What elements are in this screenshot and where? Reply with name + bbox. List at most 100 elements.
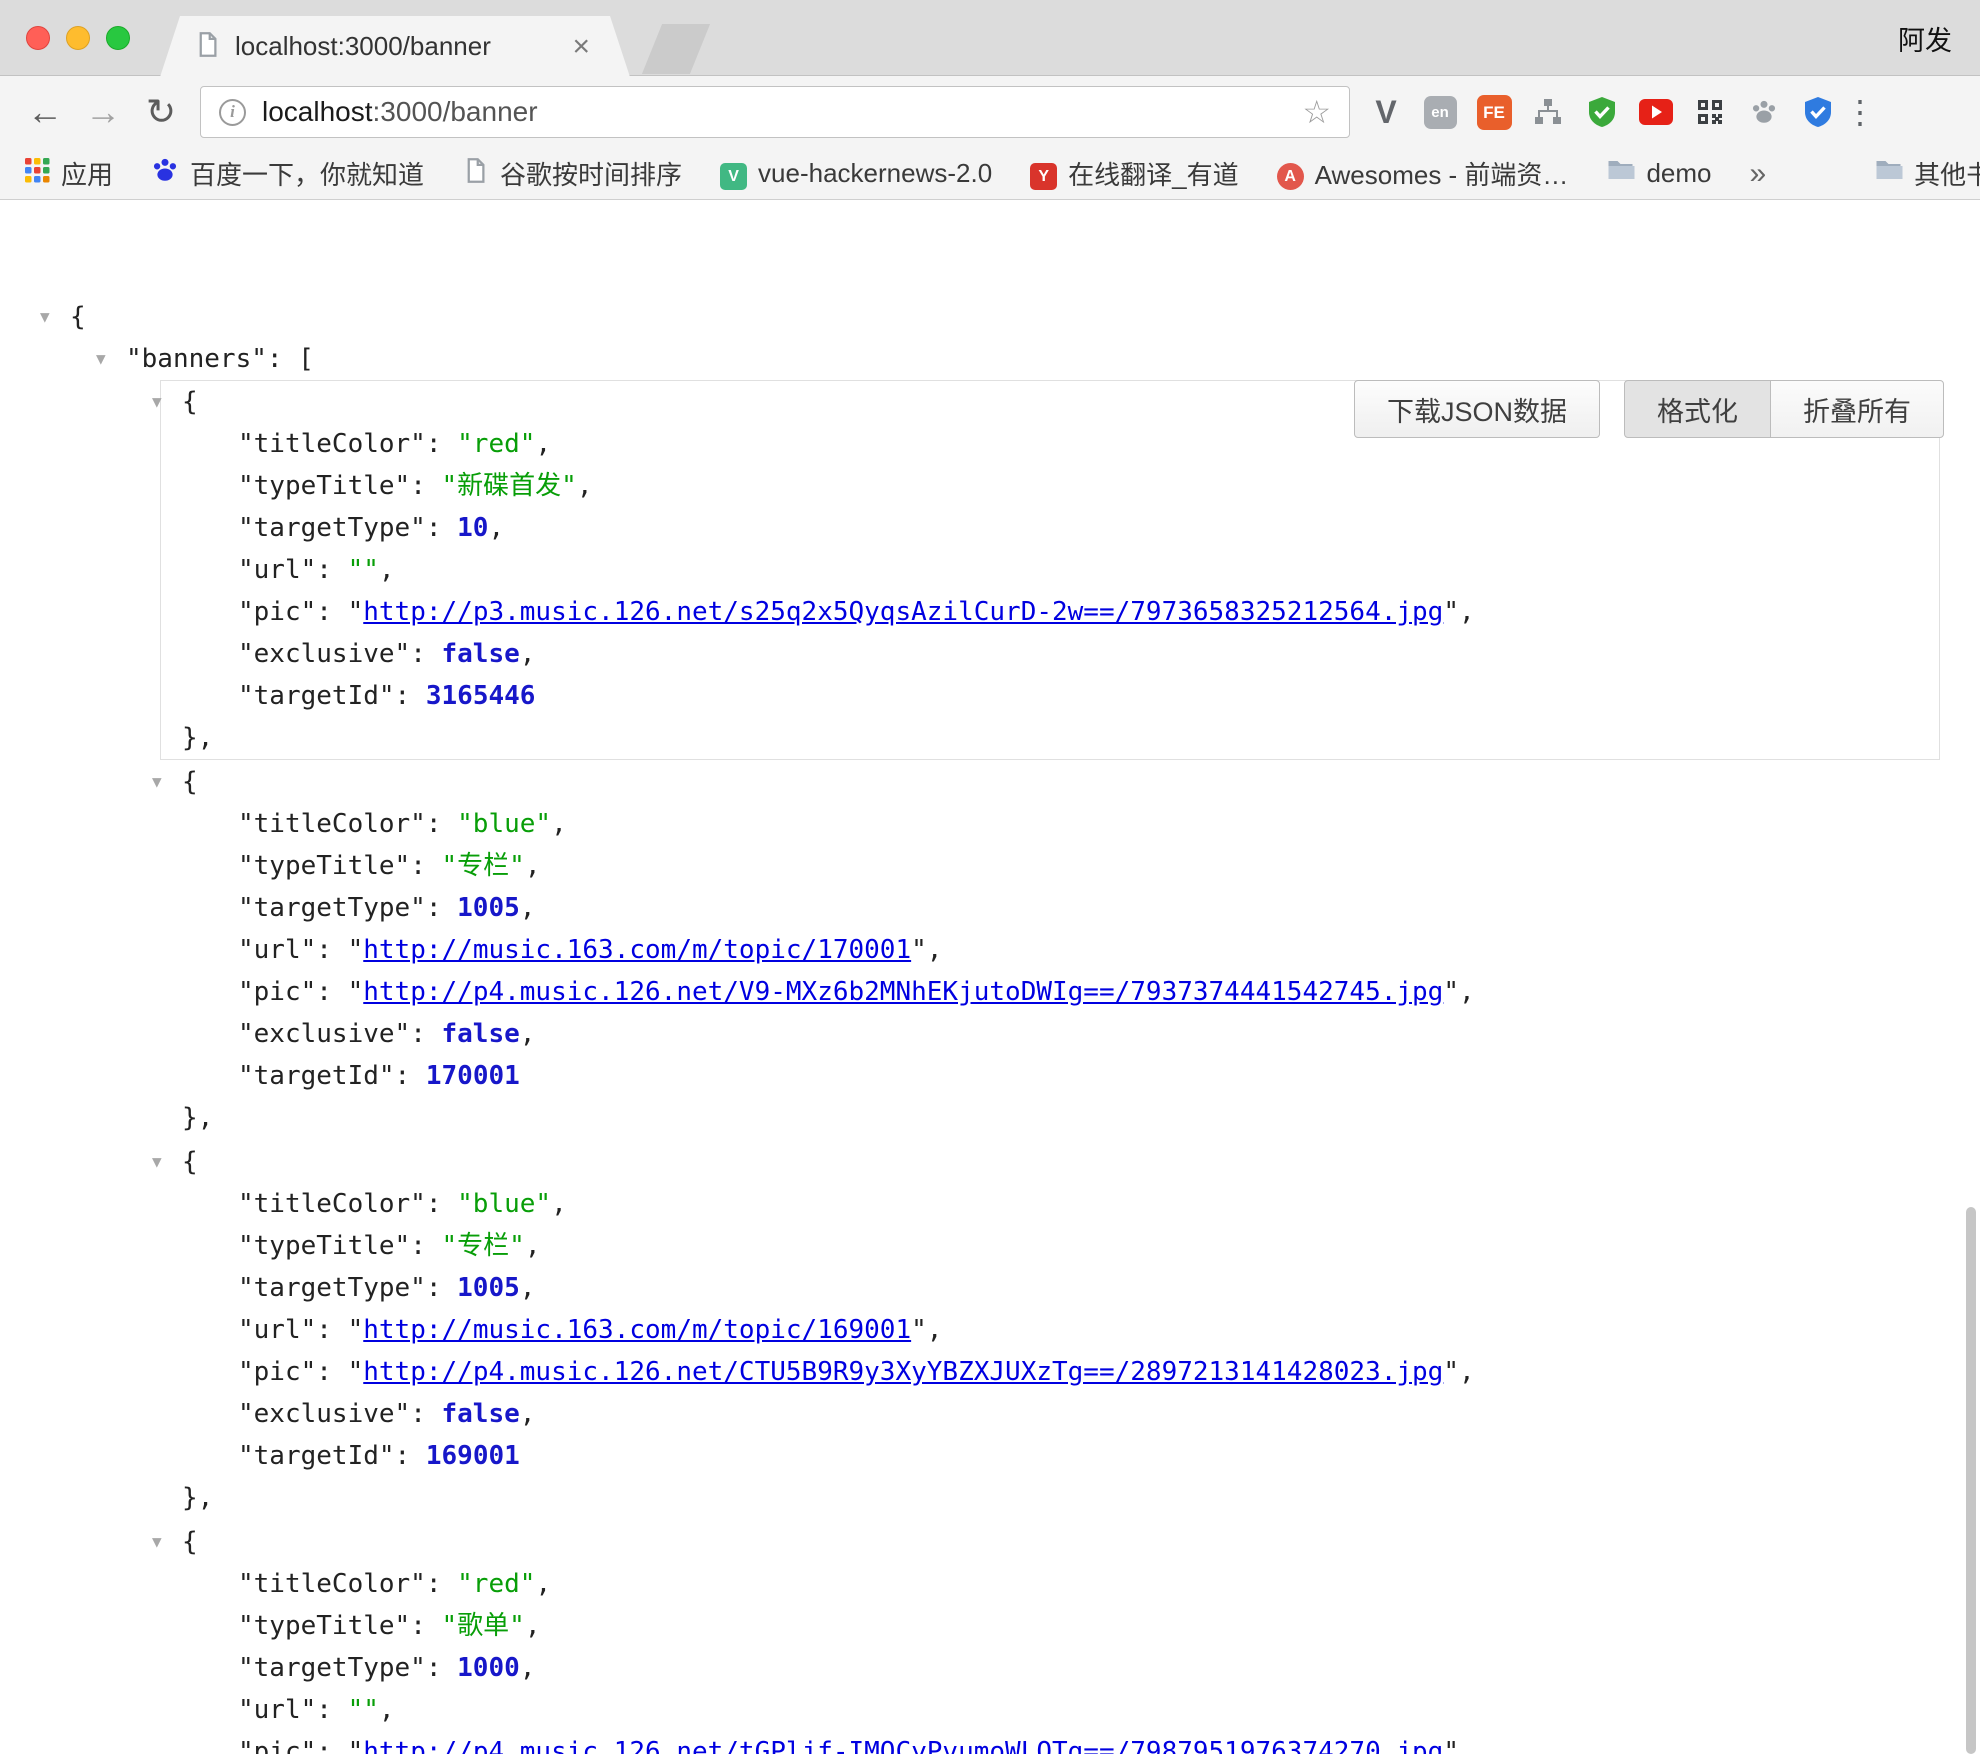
other-bookmarks-folder[interactable]: 其他书签 (1874, 155, 1980, 192)
browser-menu-icon[interactable]: ⋮ (1842, 93, 1878, 131)
blue-shield-icon[interactable] (1798, 92, 1838, 132)
json-url-link[interactable]: http://p4.music.126.net/tGPljf-IMOCyPvum… (363, 1737, 1443, 1754)
badge-icon: V (720, 157, 747, 191)
bookmark-item[interactable]: 应用 (24, 155, 113, 192)
baidu-paw-icon (151, 157, 179, 190)
collapse-toggle-icon[interactable]: ▼ (152, 1141, 162, 1183)
bookmark-item[interactable]: demo (1606, 158, 1711, 189)
json-line: "url": "http://music.163.com/m/topic/169… (161, 1309, 1939, 1351)
json-line: ▼{ (161, 1141, 1939, 1183)
json-line: "typeTitle": "新碟首发", (161, 465, 1939, 507)
json-viewer: ▼{▼"banners": [▼{"titleColor": "red","ty… (0, 296, 1980, 1754)
window-close-button[interactable] (26, 26, 50, 50)
json-line: "titleColor": "blue", (161, 1183, 1939, 1225)
bookmark-item[interactable]: A Awesomes - 前端资… (1277, 155, 1569, 192)
page-info-icon[interactable]: i (219, 99, 246, 126)
folder-icon (1874, 158, 1903, 189)
bookmark-label: Awesomes - 前端资… (1315, 155, 1569, 192)
youtube-icon[interactable] (1636, 92, 1676, 132)
json-line: "exclusive": false, (161, 1013, 1939, 1055)
url-text: localhost:3000/banner (262, 96, 538, 128)
bookmark-item[interactable]: Y 在线翻译_有道 (1030, 155, 1238, 192)
json-line: "targetType": 1005, (161, 1267, 1939, 1309)
window-minimize-button[interactable] (66, 26, 90, 50)
json-url-link[interactable]: http://p4.music.126.net/V9-MXz6b2MNhEKju… (363, 977, 1443, 1007)
bookmark-label: vue-hackernews-2.0 (758, 158, 992, 189)
tab-close-icon[interactable]: × (572, 32, 590, 62)
json-line: "url": "", (161, 549, 1939, 591)
qrcode-icon[interactable] (1690, 92, 1730, 132)
download-json-button[interactable]: 下载JSON数据 (1354, 380, 1600, 438)
traffic-lights (26, 26, 130, 50)
tab-favicon-page-icon (194, 31, 221, 63)
json-line: ▼{ (161, 761, 1939, 803)
json-line: }, (161, 1477, 1939, 1519)
scrollbar-thumb[interactable] (1966, 1207, 1976, 1754)
bookmark-item[interactable]: 谷歌按时间排序 (462, 155, 682, 192)
json-line: "targetType": 10, (161, 507, 1939, 549)
banner-object: ▼{"titleColor": "red","typeTitle": "歌单",… (160, 1520, 1940, 1754)
banner-object: ▼{"titleColor": "blue","typeTitle": "专栏"… (160, 760, 1940, 1140)
json-viewer-actions: 下载JSON数据 格式化 折叠所有 (1354, 380, 1944, 438)
json-line: "titleColor": "red", (161, 1563, 1939, 1605)
json-line: "typeTitle": "专栏", (161, 845, 1939, 887)
new-tab-button[interactable] (642, 24, 710, 74)
json-line: "url": "http://music.163.com/m/topic/170… (161, 929, 1939, 971)
json-url-link[interactable]: http://p4.music.126.net/CTU5B9R9y3XyYBZX… (363, 1357, 1443, 1387)
bookmarks-overflow-icon[interactable]: » (1749, 157, 1766, 191)
collapse-toggle-icon[interactable]: ▼ (152, 761, 162, 803)
vimium-icon[interactable]: V (1366, 92, 1406, 132)
collapse-all-button[interactable]: 折叠所有 (1770, 380, 1944, 438)
reload-icon[interactable]: ↻ (132, 91, 190, 133)
badge-round-icon: A (1277, 157, 1304, 191)
bookmarks-bar: 应用 百度一下，你就知道 谷歌按时间排序 Vvue-hackernews-2.0 Y 在线… (0, 148, 1980, 200)
bookmark-label: 百度一下，你就知道 (190, 155, 424, 192)
json-line: "targetType": 1000, (161, 1647, 1939, 1689)
forward-icon[interactable]: → (74, 91, 132, 133)
extension-icons: Ven FE (1366, 92, 1838, 132)
json-line: "titleColor": "blue", (161, 803, 1939, 845)
json-line: "exclusive": false, (161, 633, 1939, 675)
translate-icon[interactable]: en (1420, 92, 1460, 132)
folder-icon (1606, 158, 1635, 189)
json-line: "pic": "http://p4.music.126.net/V9-MXz6b… (161, 971, 1939, 1013)
bookmark-label: 谷歌按时间排序 (500, 155, 682, 192)
green-shield-icon[interactable] (1582, 92, 1622, 132)
browser-tab[interactable]: localhost:3000/banner × (160, 16, 630, 77)
back-icon[interactable]: ← (16, 91, 74, 133)
bookmark-label: 在线翻译_有道 (1068, 155, 1238, 192)
collapse-toggle-icon[interactable]: ▼ (152, 1521, 162, 1563)
omnibox[interactable]: i localhost:3000/banner ☆ (200, 86, 1350, 138)
collapse-toggle-icon[interactable]: ▼ (96, 338, 106, 380)
bookmark-item[interactable]: 百度一下，你就知道 (151, 155, 424, 192)
json-line: "url": "", (161, 1689, 1939, 1731)
json-url-link[interactable]: http://music.163.com/m/topic/169001 (363, 1315, 911, 1345)
format-button[interactable]: 格式化 (1624, 380, 1771, 438)
badge-icon: Y (1030, 157, 1057, 191)
json-line: "pic": "http://p4.music.126.net/tGPljf-I… (161, 1731, 1939, 1754)
view-mode-segment: 格式化 折叠所有 (1624, 380, 1944, 438)
json-line: "pic": "http://p3.music.126.net/s25q2x5Q… (161, 591, 1939, 633)
json-line: }, (161, 1097, 1939, 1139)
collapse-toggle-icon[interactable]: ▼ (40, 296, 50, 338)
paw-icon[interactable] (1744, 92, 1784, 132)
fehelper-icon[interactable]: FE (1474, 92, 1514, 132)
json-line: "targetId": 170001 (161, 1055, 1939, 1097)
json-url-link[interactable]: http://p3.music.126.net/s25q2x5QyqsAzilC… (363, 597, 1443, 627)
json-line: ▼{ (161, 1521, 1939, 1563)
json-line: "typeTitle": "专栏", (161, 1225, 1939, 1267)
json-line: "typeTitle": "歌单", (161, 1605, 1939, 1647)
profile-name[interactable]: 阿发 (1898, 0, 1952, 76)
window-zoom-button[interactable] (106, 26, 130, 50)
page-content: 下载JSON数据 格式化 折叠所有 ▼{▼"banners": [▼{"titl… (0, 296, 1980, 1754)
bookmark-star-icon[interactable]: ☆ (1302, 93, 1331, 131)
org-chart-icon[interactable] (1528, 92, 1568, 132)
json-line: "targetId": 3165446 (161, 675, 1939, 717)
collapse-toggle-icon[interactable]: ▼ (152, 381, 162, 423)
browser-toolbar: ← → ↻ i localhost:3000/banner ☆ Ven FE ⋮ (0, 76, 1980, 148)
json-line: "exclusive": false, (161, 1393, 1939, 1435)
json-url-link[interactable]: http://music.163.com/m/topic/170001 (363, 935, 911, 965)
json-line: ▼{ (0, 296, 1980, 338)
json-line: ▼"banners": [ (0, 338, 1980, 380)
bookmark-item[interactable]: Vvue-hackernews-2.0 (720, 157, 992, 191)
